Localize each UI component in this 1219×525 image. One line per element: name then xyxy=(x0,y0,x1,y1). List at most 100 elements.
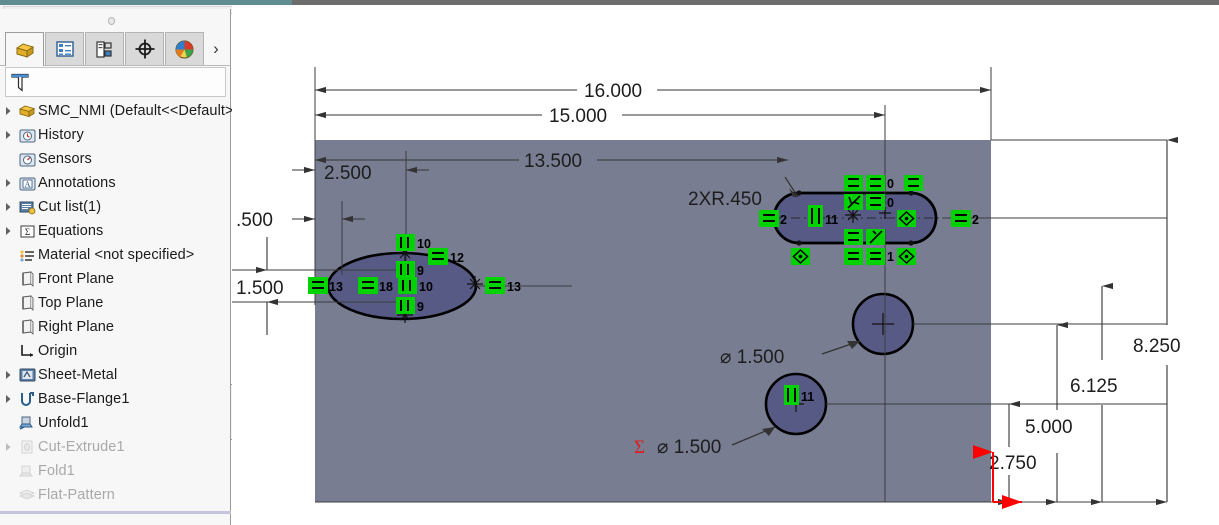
tab-property-manager[interactable] xyxy=(45,32,84,65)
dimension-6125-label: 6.125 xyxy=(1070,376,1118,397)
svg-text:11: 11 xyxy=(825,213,838,227)
dimension-16000[interactable]: 16.000 xyxy=(315,81,991,102)
tree-item-label: Unfold1 xyxy=(38,415,89,431)
tree-item-origin[interactable]: Origin xyxy=(0,339,231,363)
tree-item-front-plane[interactable]: Front Plane xyxy=(0,267,231,291)
relation-badge-equal-topright[interactable] xyxy=(904,175,923,191)
plane-icon xyxy=(16,291,38,315)
tree-item-expander[interactable] xyxy=(0,387,16,411)
panel-collapse-grip[interactable] xyxy=(107,15,115,25)
relation-badge-9-upper[interactable]: 9 xyxy=(396,261,424,278)
relation-badge-2-right[interactable]: 2 xyxy=(951,210,979,227)
tree-item-label: Equations xyxy=(38,223,104,239)
svg-text:9: 9 xyxy=(417,300,424,314)
tree-item-label: Base-Flange1 xyxy=(38,391,130,407)
svg-text:1: 1 xyxy=(887,250,894,264)
origin-icon xyxy=(16,339,38,363)
dimension-8250-label: 8.250 xyxy=(1133,336,1181,357)
crosshair-target-icon xyxy=(134,38,156,60)
relation-badge-coincident-right-bottom[interactable] xyxy=(897,248,916,265)
tree-item-label: Sensors xyxy=(38,151,92,167)
tab-dimxpert-manager[interactable] xyxy=(125,32,164,65)
tree-item-label: Top Plane xyxy=(38,295,104,311)
relation-badge-18[interactable]: 18 xyxy=(358,277,393,294)
tree-item-label: Sheet-Metal xyxy=(38,367,118,383)
tree-item-cut-list-1[interactable]: Cut list(1) xyxy=(0,195,231,219)
tree-item-unfold1[interactable]: Unfold1 xyxy=(0,411,231,435)
tree-item-material-not-specified[interactable]: Material <not specified> xyxy=(0,243,231,267)
dimension-2750-label: 2.750 xyxy=(989,453,1037,474)
tree-item-label: Fold1 xyxy=(38,463,75,479)
dimension-6125[interactable]: 6.125 xyxy=(1070,282,1118,506)
configuration-icon xyxy=(95,40,115,59)
tree-item-cut-extrude1[interactable]: Cut-Extrude1 xyxy=(0,435,231,459)
relation-badge-equal-top[interactable] xyxy=(844,175,863,191)
tree-item-expander xyxy=(0,483,16,507)
cutlist-icon xyxy=(16,195,38,219)
equations-icon: Σ xyxy=(16,219,38,243)
dimension-8250[interactable]: 8.250 xyxy=(1133,136,1181,506)
relation-badge-9-lower[interactable]: 9 xyxy=(396,297,424,314)
relation-badge-12[interactable]: 12 xyxy=(428,248,464,265)
tree-item-expander[interactable] xyxy=(0,195,16,219)
tab-overflow-chevron-icon[interactable]: › xyxy=(205,37,227,61)
relation-badge-1[interactable]: 1 xyxy=(866,248,894,265)
relation-badge-13-right[interactable]: 13 xyxy=(485,277,521,294)
relation-badge-equal-bottom[interactable] xyxy=(844,229,863,245)
tree-item-equations[interactable]: Σ Equations xyxy=(0,219,231,243)
history-icon xyxy=(16,123,38,147)
tree-item-sensors[interactable]: Sensors xyxy=(0,147,231,171)
tab-configuration-manager[interactable] xyxy=(85,32,124,65)
graphics-area[interactable]: 16.000 15.000 13.500 2.500 .500 1.500 2X… xyxy=(232,5,1219,525)
dimension-1500-height[interactable]: 1.500 xyxy=(236,237,284,335)
relation-badge-0-mid[interactable]: 0 xyxy=(866,194,894,210)
svg-text:13: 13 xyxy=(329,280,343,294)
tab-feature-manager-tree[interactable] xyxy=(5,32,44,66)
feature-manager-panel: › SMC_NMI (Default<<Default> History Sen… xyxy=(0,9,234,525)
annotations-icon: A xyxy=(16,171,38,195)
dimension-1500-height-label: 1.500 xyxy=(236,278,284,299)
tree-item-expander[interactable] xyxy=(0,171,16,195)
tree-item-top-plane[interactable]: Top Plane xyxy=(0,291,231,315)
tree-filter-input[interactable] xyxy=(5,67,226,97)
tree-item-expander[interactable] xyxy=(0,123,16,147)
relation-badge-tangent[interactable] xyxy=(844,194,863,210)
plane-icon xyxy=(16,315,38,339)
relation-badge-13-left[interactable]: 13 xyxy=(308,277,343,294)
tree-item-base-flange1[interactable]: Base-Flange1 xyxy=(0,387,231,411)
relation-badge-equal-bottomrow[interactable] xyxy=(844,248,863,265)
tree-root-expander[interactable] xyxy=(0,99,16,123)
appearance-sphere-icon xyxy=(174,39,195,60)
svg-text:2: 2 xyxy=(972,213,979,227)
tree-item-expander xyxy=(0,267,16,291)
relation-badge-parallel[interactable] xyxy=(866,229,885,245)
property-list-icon xyxy=(55,40,75,58)
tree-item-history[interactable]: History xyxy=(0,123,231,147)
tree-item-flat-pattern[interactable]: Flat-Pattern xyxy=(0,483,231,507)
tree-rollback-bar[interactable] xyxy=(0,511,231,514)
tree-item-label: Cut-Extrude1 xyxy=(38,439,125,455)
relation-badge-coincident-left-bottom[interactable] xyxy=(791,248,810,265)
tree-item-expander xyxy=(0,339,16,363)
relation-badge-10-center[interactable]: 10 xyxy=(398,277,433,294)
svg-text:Σ: Σ xyxy=(24,227,29,237)
dimension-15000[interactable]: 15.000 xyxy=(315,106,885,127)
unfold-icon xyxy=(16,411,38,435)
dimension-5000[interactable]: 5.000 xyxy=(1025,321,1073,506)
tree-item-expander[interactable] xyxy=(0,363,16,387)
tree-root-part[interactable]: SMC_NMI (Default<<Default> xyxy=(0,99,234,123)
material-icon xyxy=(16,243,38,267)
tree-item-expander[interactable] xyxy=(0,435,16,459)
relation-badge-10-top[interactable]: 10 xyxy=(396,234,431,251)
callout-upper-hole-label: ⌀ 1.500 xyxy=(720,347,784,368)
dimension-500-label: .500 xyxy=(236,210,273,231)
relation-badge-0-top[interactable]: 0 xyxy=(866,175,894,191)
relation-badge-2-left[interactable]: 2 xyxy=(759,210,787,227)
tree-item-fold1[interactable]: Fold1 xyxy=(0,459,231,483)
tree-item-annotations[interactable]: A Annotations xyxy=(0,171,231,195)
tree-item-expander[interactable] xyxy=(0,219,16,243)
relation-badge-coincident-right-mid[interactable] xyxy=(897,210,916,227)
tab-display-manager[interactable] xyxy=(165,32,204,65)
tree-item-right-plane[interactable]: Right Plane xyxy=(0,315,231,339)
tree-item-sheet-metal[interactable]: Sheet-Metal xyxy=(0,363,231,387)
